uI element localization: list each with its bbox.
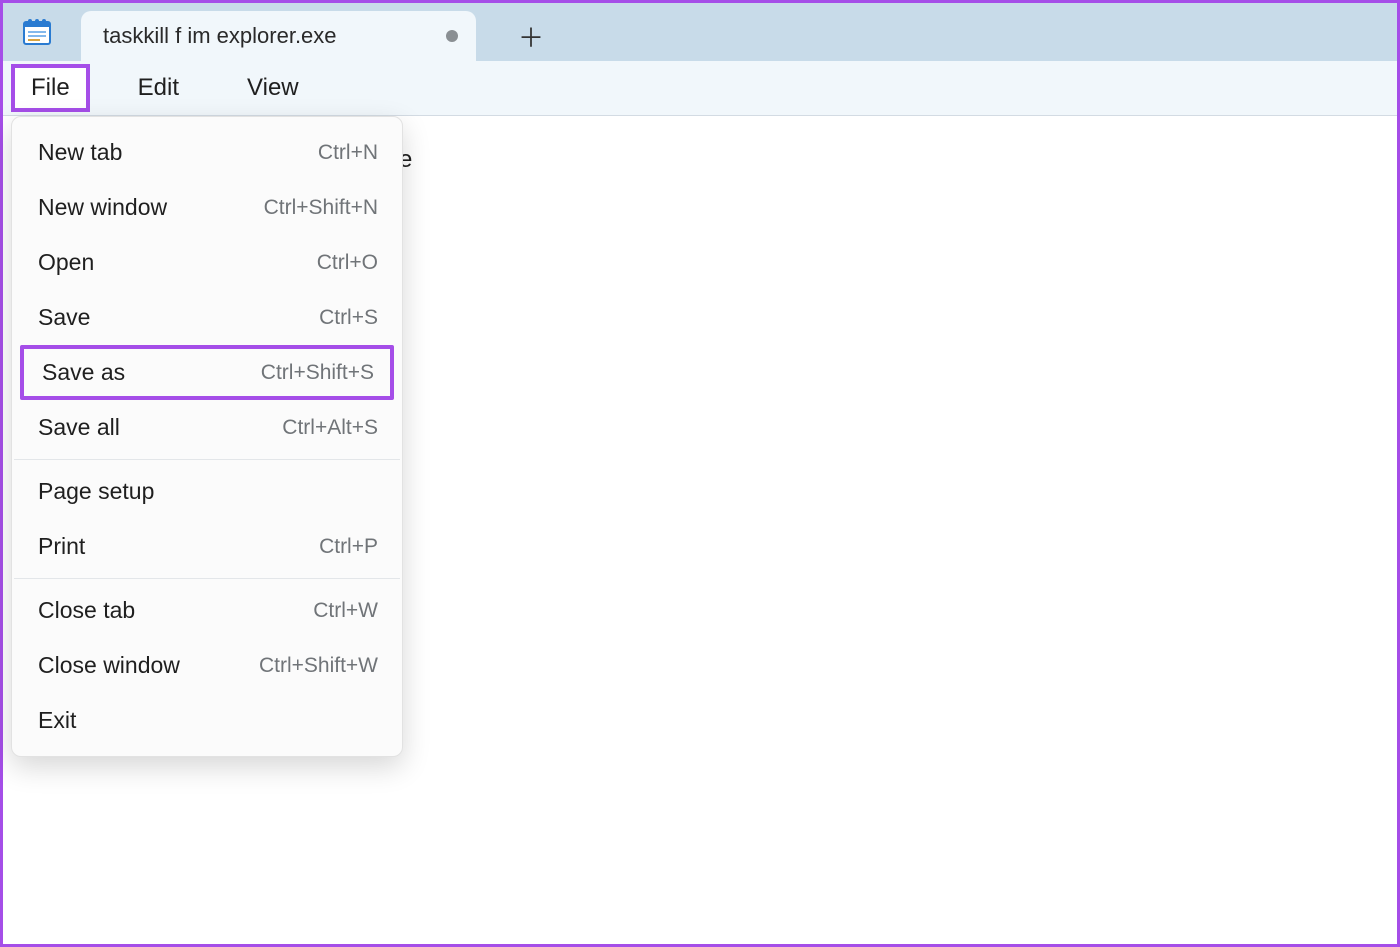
file-menu-dropdown: New tab Ctrl+N New window Ctrl+Shift+N Open C… (11, 116, 403, 757)
file-menu-new-window[interactable]: New window Ctrl+Shift+N (12, 180, 402, 235)
menu-item-shortcut: Ctrl+Alt+S (282, 416, 378, 440)
menu-item-shortcut: Ctrl+P (319, 535, 378, 559)
menu-edit[interactable]: Edit (118, 64, 199, 112)
menu-item-label: Close tab (38, 597, 135, 624)
file-menu-print[interactable]: Print Ctrl+P (12, 519, 402, 574)
menu-item-label: New window (38, 194, 167, 221)
menu-item-shortcut: Ctrl+S (319, 306, 378, 330)
menu-item-label: Close window (38, 652, 180, 679)
document-tab[interactable]: taskkill f im explorer.exe (81, 11, 476, 61)
menu-item-shortcut: Ctrl+Shift+N (264, 196, 378, 220)
notepad-app-icon (21, 16, 53, 48)
file-menu-open[interactable]: Open Ctrl+O (12, 235, 402, 290)
menu-item-shortcut: Ctrl+N (318, 141, 378, 165)
menu-view[interactable]: View (227, 64, 319, 112)
menu-file[interactable]: File (11, 64, 90, 112)
menu-item-label: Open (38, 249, 94, 276)
menu-item-label: Page setup (38, 478, 154, 505)
file-menu-page-setup[interactable]: Page setup (12, 464, 402, 519)
menu-item-label: Save (38, 304, 90, 331)
file-menu-save-as[interactable]: Save as Ctrl+Shift+S (20, 345, 394, 400)
unsaved-indicator-icon (446, 30, 458, 42)
file-menu-save-all[interactable]: Save all Ctrl+Alt+S (12, 400, 402, 455)
menu-item-label: Save as (42, 359, 125, 386)
menu-item-shortcut: Ctrl+Shift+W (259, 654, 378, 678)
file-menu-save[interactable]: Save Ctrl+S (12, 290, 402, 345)
menu-separator (14, 459, 400, 460)
menu-separator (14, 578, 400, 579)
plus-icon: ＋ (518, 18, 544, 55)
new-tab-button[interactable]: ＋ (506, 11, 556, 61)
menu-item-shortcut: Ctrl+Shift+S (261, 361, 374, 385)
menu-item-label: Save all (38, 414, 120, 441)
tab-title: taskkill f im explorer.exe (103, 23, 436, 49)
menu-item-label: Print (38, 533, 85, 560)
menu-item-label: New tab (38, 139, 122, 166)
menu-item-shortcut: Ctrl+W (313, 599, 378, 623)
menu-item-shortcut: Ctrl+O (317, 251, 378, 275)
file-menu-close-tab[interactable]: Close tab Ctrl+W (12, 583, 402, 638)
tab-strip: taskkill f im explorer.exe ＋ (3, 3, 1397, 61)
menu-item-label: Exit (38, 707, 76, 734)
file-menu-new-tab[interactable]: New tab Ctrl+N (12, 125, 402, 180)
file-menu-close-window[interactable]: Close window Ctrl+Shift+W (12, 638, 402, 693)
menu-bar: File Edit View (3, 61, 1397, 116)
file-menu-exit[interactable]: Exit (12, 693, 402, 748)
